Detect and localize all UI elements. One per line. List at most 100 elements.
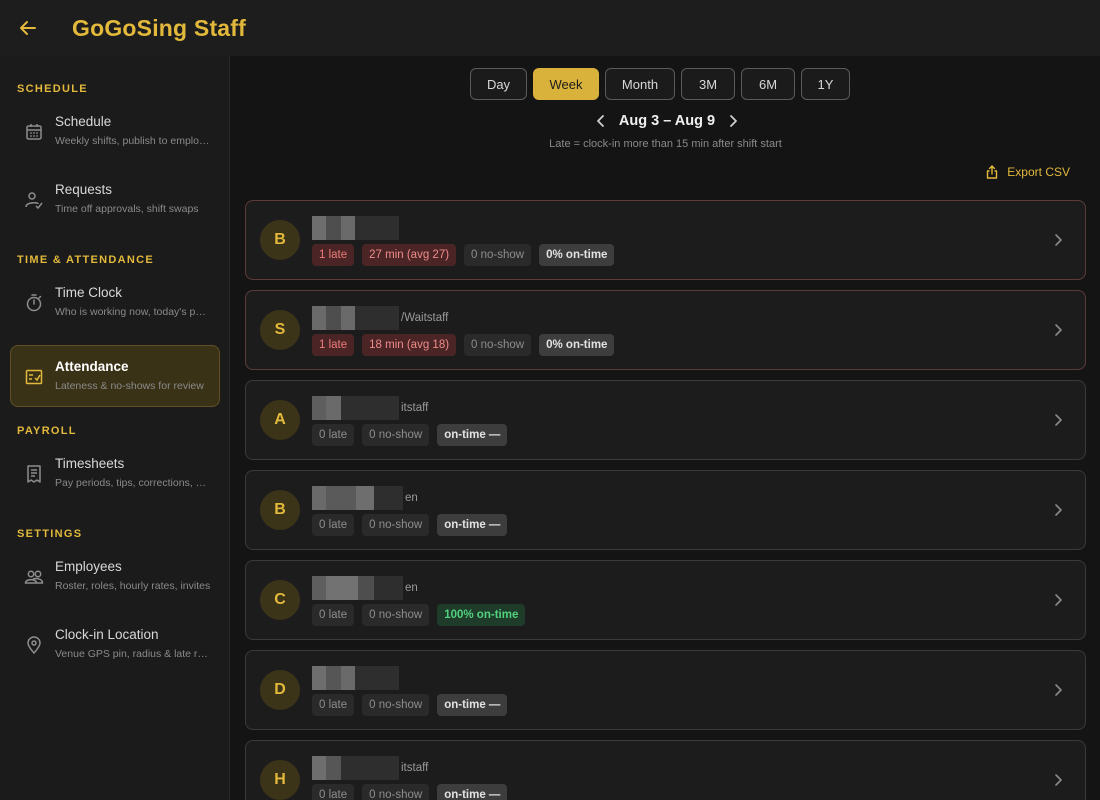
date-navigator: Aug 3 – Aug 9: [587, 110, 747, 132]
tab-day[interactable]: Day: [470, 68, 527, 100]
sidebar-item-attendance[interactable]: Attendance Lateness & no-shows for revie…: [10, 345, 220, 407]
on-time-badge: 0% on-time: [539, 334, 615, 356]
late-count-badge: 0 late: [312, 694, 355, 716]
nav-title: Timesheets: [55, 456, 125, 471]
no-show-badge: 0 no-show: [464, 334, 532, 356]
employee-card[interactable]: C en 0 late 0 no-show 100% on-time: [245, 560, 1086, 640]
employee-role-suffix: itstaff: [401, 402, 429, 414]
avatar: H: [260, 760, 300, 800]
chevron-right-icon: [1055, 324, 1062, 336]
employee-card[interactable]: S /Waitstaff 1 late 18 min (avg 18) 0 no…: [245, 290, 1086, 370]
attendance-badges: 1 late 18 min (avg 18) 0 no-show 0% on-t…: [312, 334, 615, 356]
redacted-name: [312, 576, 403, 600]
redacted-name: [312, 486, 403, 510]
stopwatch-icon: [26, 294, 42, 312]
late-count-badge: 1 late: [312, 244, 355, 266]
sidebar-item-schedule[interactable]: Schedule Weekly shifts, publish to emplo…: [10, 100, 220, 162]
top-app-bar: GoGoSing Staff: [0, 0, 1100, 56]
avatar: B: [260, 490, 300, 530]
sidebar: SCHEDULE Schedule Weekly shifts, publish…: [0, 56, 230, 800]
on-time-badge: on-time —: [437, 694, 508, 716]
tab-1y[interactable]: 1Y: [801, 68, 850, 100]
employee-card[interactable]: D 0 late 0 no-show on-time —: [245, 650, 1086, 730]
late-count-badge: 1 late: [312, 334, 355, 356]
nav-title: Clock-in Location: [55, 627, 159, 642]
late-count-badge: 0 late: [312, 784, 355, 800]
employee-name: en: [312, 576, 418, 600]
no-show-badge: 0 no-show: [362, 784, 430, 800]
back-button[interactable]: [0, 0, 56, 56]
on-time-badge: 100% on-time: [437, 604, 526, 626]
attendance-badges: 0 late 0 no-show on-time —: [312, 514, 508, 536]
avatar: A: [260, 400, 300, 440]
sidebar-item-requests[interactable]: Requests Time off approvals, shift swaps: [10, 168, 220, 230]
person-check-icon: [25, 192, 43, 210]
main-content: Day Week Month 3M 6M 1Y Aug 3 – Aug 9 La…: [231, 56, 1100, 800]
no-show-badge: 0 no-show: [464, 244, 532, 266]
chevron-right-icon: [1055, 234, 1062, 246]
redacted-name: [312, 666, 399, 690]
tab-week[interactable]: Week: [533, 68, 599, 100]
chevron-right-icon: [1055, 684, 1062, 696]
nav-title: Schedule: [55, 114, 112, 129]
receipt-icon: [27, 465, 41, 483]
on-time-badge: 0% on-time: [539, 244, 615, 266]
employee-card[interactable]: B 1 late 27 min (avg 27) 0 no-show 0% on…: [245, 200, 1086, 280]
late-minutes-badge: 27 min (avg 27): [362, 244, 457, 266]
attendance-badges: 0 late 0 no-show on-time —: [312, 694, 508, 716]
calendar-icon: [26, 124, 42, 140]
nav-subtitle: Venue GPS pin, radius & late rules: [55, 648, 211, 660]
nav-subtitle: Roster, roles, hourly rates, invites: [55, 580, 211, 592]
tab-6m[interactable]: 6M: [741, 68, 795, 100]
section-heading-payroll: PAYROLL: [17, 425, 77, 437]
chevron-right-icon: [1055, 504, 1062, 516]
nav-subtitle: Weekly shifts, publish to employees: [55, 135, 211, 147]
arrow-left-icon: [20, 21, 36, 35]
location-pin-icon: [27, 636, 41, 655]
on-time-badge: on-time —: [437, 784, 508, 800]
employee-name: itstaff: [312, 756, 428, 780]
employee-name: /Waitstaff: [312, 306, 448, 330]
checklist-icon: [25, 369, 43, 385]
attendance-badges: 0 late 0 no-show 100% on-time: [312, 604, 526, 626]
late-count-badge: 0 late: [312, 424, 355, 446]
nav-subtitle: Time off approvals, shift swaps: [55, 203, 199, 215]
nav-subtitle: Pay periods, tips, corrections, exports: [55, 477, 211, 489]
export-csv-label: Export CSV: [1007, 165, 1070, 179]
section-heading-time-attendance: TIME & ATTENDANCE: [17, 254, 154, 266]
no-show-badge: 0 no-show: [362, 424, 430, 446]
section-heading-settings: SETTINGS: [17, 528, 83, 540]
employee-card[interactable]: H itstaff 0 late 0 no-show on-time —: [245, 740, 1086, 800]
tab-month[interactable]: Month: [605, 68, 675, 100]
chevron-left-icon[interactable]: [593, 113, 609, 129]
employee-name: itstaff: [312, 396, 428, 420]
chevron-right-icon[interactable]: [725, 113, 741, 129]
avatar: D: [260, 670, 300, 710]
sidebar-item-timesheets[interactable]: Timesheets Pay periods, tips, correction…: [10, 442, 220, 504]
nav-subtitle: Who is working now, today's punches: [55, 306, 211, 318]
late-count-badge: 0 late: [312, 514, 355, 536]
avatar: C: [260, 580, 300, 620]
sidebar-item-time-clock[interactable]: Time Clock Who is working now, today's p…: [10, 271, 220, 333]
share-upload-icon: [987, 165, 998, 179]
employee-name: en: [312, 486, 418, 510]
employee-card[interactable]: A itstaff 0 late 0 no-show on-time —: [245, 380, 1086, 460]
nav-title: Time Clock: [55, 285, 123, 300]
employee-role-suffix: /Waitstaff: [401, 312, 449, 324]
export-csv-button[interactable]: Export CSV: [985, 162, 1070, 182]
redacted-name: [312, 396, 399, 420]
tab-3m[interactable]: 3M: [681, 68, 735, 100]
sidebar-item-clock-in-location[interactable]: Clock-in Location Venue GPS pin, radius …: [10, 613, 220, 675]
no-show-badge: 0 no-show: [362, 514, 430, 536]
employee-role-suffix: en: [405, 492, 418, 504]
attendance-badges: 1 late 27 min (avg 27) 0 no-show 0% on-t…: [312, 244, 615, 266]
sidebar-item-employees[interactable]: Employees Roster, roles, hourly rates, i…: [10, 545, 220, 607]
nav-subtitle: Lateness & no-shows for review: [55, 380, 204, 392]
employee-card[interactable]: B en 0 late 0 no-show on-time —: [245, 470, 1086, 550]
range-tabs: Day Week Month 3M 6M 1Y: [470, 68, 850, 100]
on-time-badge: on-time —: [437, 424, 508, 446]
attendance-badges: 0 late 0 no-show on-time —: [312, 424, 508, 446]
date-range-label: Aug 3 – Aug 9: [618, 113, 716, 129]
nav-title: Employees: [55, 559, 122, 574]
avatar: S: [260, 310, 300, 350]
